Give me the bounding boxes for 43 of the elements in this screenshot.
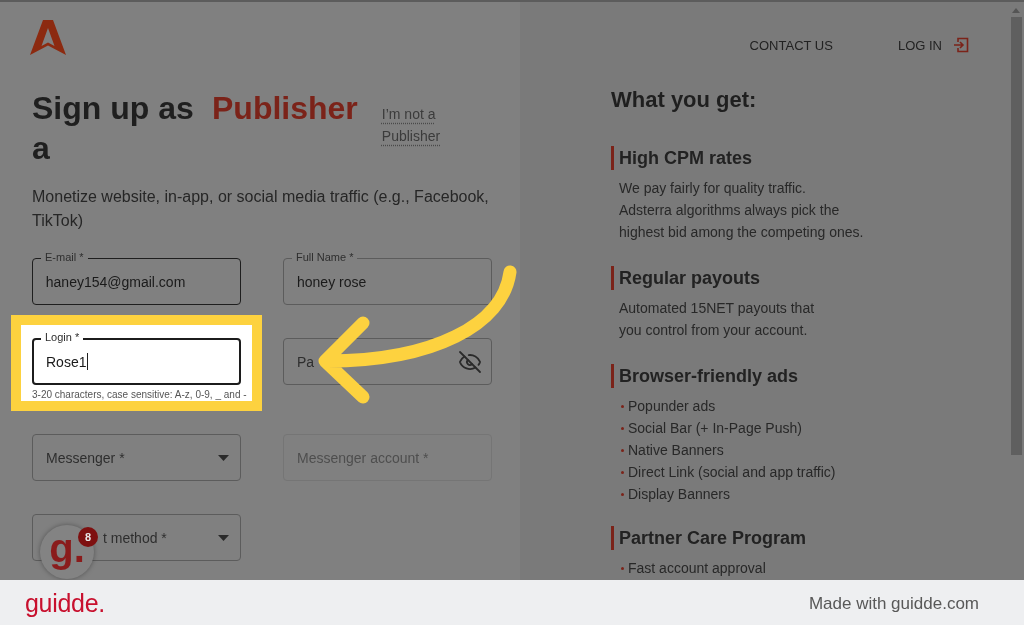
scrollbar-thumb[interactable] xyxy=(1010,17,1022,455)
switch-role-link[interactable]: I’m not a Publisher xyxy=(381,103,446,147)
benefit-item: Fast account approval xyxy=(628,559,766,577)
footer-logo: guidde. xyxy=(25,587,105,618)
scroll-up-icon[interactable] xyxy=(1012,8,1020,13)
bullet-dot-icon xyxy=(621,470,624,474)
logo-icon[interactable] xyxy=(30,20,66,55)
benefit-item: Direct Link (social and app traffic) xyxy=(628,463,836,481)
page-title: Sign up as a xyxy=(32,89,195,168)
role-title: Publisher xyxy=(212,89,358,128)
dropdown-field[interactable]: Messenger * xyxy=(32,434,241,481)
benefit-item: Social Bar (+ In-Page Push) xyxy=(628,419,802,437)
benefit-text: We pay fairly for quality traffic. Adsterra algorithms always pick the highest bid among the competing ones. xyxy=(619,179,864,242)
benefit-heading: Regular payouts xyxy=(611,266,761,290)
login-arrow-icon xyxy=(953,37,969,53)
field-label: E-mail * xyxy=(41,251,88,264)
benefit-text: Automated 15NET payouts that you control from your account. xyxy=(619,299,815,340)
benefit-heading: Partner Care Program xyxy=(611,526,807,550)
benefits-title: What you get: xyxy=(611,86,758,114)
bullet-dot-icon xyxy=(621,426,624,430)
bullet-dot-icon xyxy=(621,404,624,408)
scrollbar[interactable] xyxy=(1008,2,1024,580)
dropdown-caret-icon xyxy=(218,454,229,461)
hide-password-icon[interactable] xyxy=(458,349,482,374)
field-label: Full Name * xyxy=(292,251,358,264)
bullet-dot-icon xyxy=(621,566,624,570)
benefit-heading: Browser-friendly ads xyxy=(611,364,799,388)
bullet-dot-icon xyxy=(621,448,624,452)
nav-link[interactable]: CONTACT US xyxy=(749,37,833,53)
benefit-heading: High CPM rates xyxy=(611,146,753,170)
footer-credit: Made with guidde.com xyxy=(808,593,979,615)
benefit-item: Popunder ads xyxy=(628,397,716,415)
field-hint: 3-20 characters, case sensitive: A-z, 0-9, _ and - xyxy=(32,389,247,401)
password-field[interactable]: Pa xyxy=(283,338,492,385)
notification-count: 8 xyxy=(78,527,98,547)
page-description: Monetize website, in-app, or social media traffic (e.g., Facebook, TikTok) xyxy=(32,187,490,231)
bullet-dot-icon xyxy=(621,492,624,496)
text-cursor xyxy=(87,353,89,370)
dropdown-caret-icon xyxy=(218,534,229,541)
login-link[interactable]: LOG IN xyxy=(897,37,969,53)
benefit-item: Display Banners xyxy=(628,485,730,503)
field-label: Login * xyxy=(41,331,84,344)
benefit-item: Native Banners xyxy=(628,441,724,459)
